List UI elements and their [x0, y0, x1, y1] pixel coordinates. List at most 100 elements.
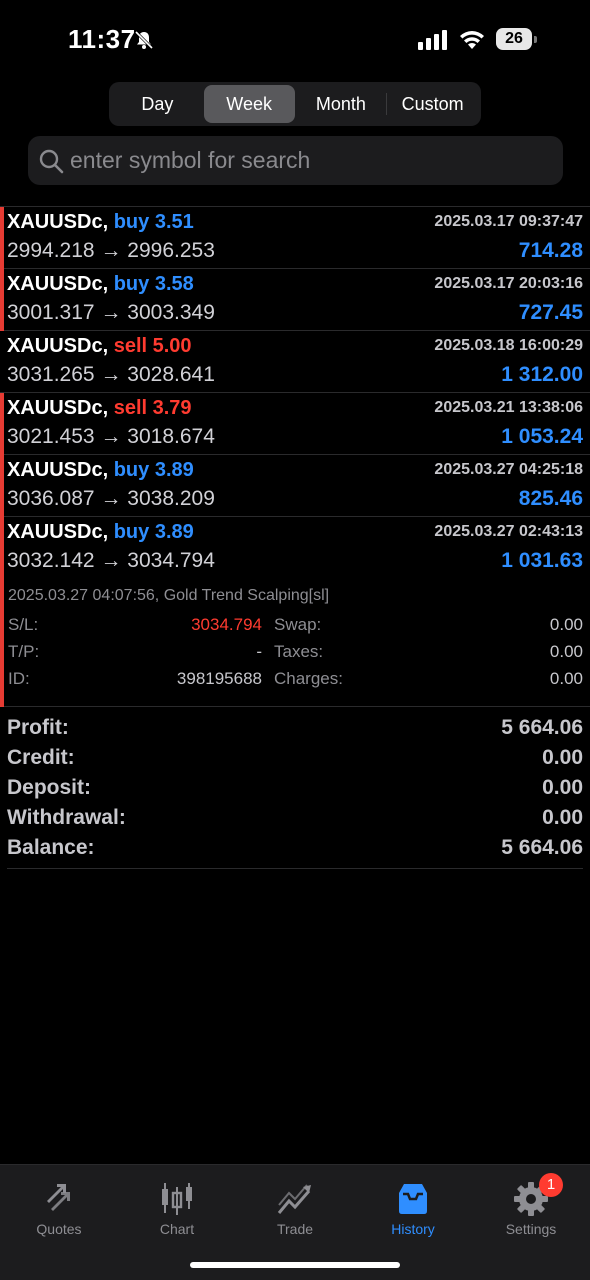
deal-symbol: XAUUSDc, — [7, 459, 109, 481]
summary-credit: Credit: 0.00 — [7, 744, 583, 774]
cellular-signal-icon — [418, 30, 447, 50]
segment-month[interactable]: Month — [296, 85, 387, 123]
deal-profit: 1 031.63 — [501, 549, 583, 572]
deal-symbol: XAUUSDc, — [7, 335, 109, 357]
deal-profit: 1 312.00 — [501, 363, 583, 386]
summary-value: 0.00 — [542, 776, 583, 799]
deal-profit: 714.28 — [518, 239, 583, 262]
sl-value: 3034.794 — [191, 615, 262, 634]
deal-side: buy — [113, 273, 150, 295]
arrow-icon: → — [100, 425, 122, 448]
swap-value: 0.00 — [549, 615, 583, 634]
segment-custom[interactable]: Custom — [387, 85, 478, 123]
status-time: 11:37 — [68, 24, 136, 54]
tab-quotes[interactable]: Quotes — [9, 1173, 109, 1243]
segment-week[interactable]: Week — [203, 85, 295, 123]
deal-row[interactable]: XAUUSDc, sell 3.79 2025.03.21 13:38:06 3… — [0, 393, 590, 455]
search-icon — [39, 149, 64, 174]
deal-time: 2025.03.18 16:00:29 — [434, 337, 583, 354]
summary-profit: Profit: 5 664.06 — [7, 714, 583, 744]
deal-symbol: XAUUSDc, — [7, 397, 109, 419]
deal-close-price: 3003.349 — [127, 301, 215, 324]
search-bar[interactable] — [28, 136, 563, 185]
deal-close-price: 3038.209 — [127, 487, 215, 510]
tab-settings[interactable]: 1 Settings — [481, 1173, 581, 1243]
tp-value: - — [256, 642, 262, 661]
deal-symbol: XAUUSDc, — [7, 211, 109, 233]
deal-volume: 3.58 — [154, 273, 194, 295]
deal-close-price: 3028.641 — [127, 363, 215, 386]
deal-symbol: XAUUSDc, — [7, 521, 109, 543]
deal-marker — [0, 455, 4, 517]
deal-marker — [0, 269, 4, 331]
swap-label: Swap: — [274, 615, 322, 634]
summary-label: Profit: — [7, 716, 69, 739]
deal-time: 2025.03.27 04:25:18 — [434, 461, 583, 478]
deal-profit: 727.45 — [518, 301, 583, 324]
deal-time: 2025.03.27 02:43:13 — [434, 523, 583, 540]
arrow-icon: → — [100, 363, 122, 386]
summary-label: Withdrawal: — [7, 806, 126, 829]
arrow-icon: → — [100, 301, 122, 324]
deal-side: sell — [113, 397, 148, 419]
segment-day[interactable]: Day — [112, 85, 203, 123]
tab-trade[interactable]: Trade — [245, 1173, 345, 1243]
tab-label: Settings — [505, 1221, 557, 1237]
summary-label: Deposit: — [7, 776, 91, 799]
search-input[interactable] — [70, 136, 550, 185]
tab-label: Quotes — [36, 1221, 82, 1237]
deal-symbol: XAUUSDc, — [7, 273, 109, 295]
deal-row-expanded[interactable]: XAUUSDc, buy 3.89 2025.03.27 02:43:13 30… — [0, 517, 590, 707]
detail-row-sl-swap: S/L: 3034.794 Swap: 0.00 — [8, 615, 583, 639]
charges-label: Charges: — [274, 669, 343, 688]
deal-side: buy — [113, 211, 150, 233]
tab-history[interactable]: History — [363, 1173, 463, 1243]
deal-close-price: 3018.674 — [127, 425, 215, 448]
summary-value: 0.00 — [542, 746, 583, 769]
id-value: 398195688 — [176, 669, 262, 688]
deal-side: sell — [113, 335, 148, 357]
notification-badge: 1 — [539, 1173, 563, 1197]
sl-label: S/L: — [8, 615, 39, 634]
summary-deposit: Deposit: 0.00 — [7, 774, 583, 804]
deal-comment: 2025.03.27 04:07:56, Gold Trend Scalping… — [8, 587, 330, 604]
period-segmented-control: Day Week Month Custom — [109, 82, 481, 126]
id-label: ID: — [8, 669, 30, 688]
trade-icon — [277, 1184, 311, 1214]
deal-volume: 3.79 — [152, 397, 192, 419]
deal-volume: 5.00 — [152, 335, 192, 357]
deal-volume: 3.89 — [154, 521, 194, 543]
deal-time: 2025.03.21 13:38:06 — [434, 399, 583, 416]
arrow-icon: → — [100, 487, 122, 510]
deal-profit: 825.46 — [518, 487, 583, 510]
deal-volume: 3.51 — [154, 211, 194, 233]
battery-indicator: 26 — [496, 28, 537, 50]
deal-row[interactable]: XAUUSDc, buy 3.58 2025.03.17 20:03:16 30… — [0, 269, 590, 331]
deal-row[interactable]: XAUUSDc, buy 3.89 2025.03.27 04:25:18 30… — [0, 455, 590, 517]
deal-marker — [0, 517, 4, 707]
home-indicator — [190, 1262, 400, 1268]
deal-open-price: 3001.317 — [7, 301, 95, 324]
charges-value: 0.00 — [549, 669, 583, 688]
tab-label: Chart — [159, 1221, 195, 1237]
wifi-icon — [460, 31, 484, 49]
tab-label: Trade — [276, 1221, 314, 1237]
summary-value: 0.00 — [542, 806, 583, 829]
deal-open-price: 3021.453 — [7, 425, 95, 448]
deal-volume: 3.89 — [154, 459, 194, 481]
taxes-label: Taxes: — [274, 642, 324, 661]
deal-side: buy — [113, 521, 150, 543]
summary-balance: Balance: 5 664.06 — [7, 834, 583, 864]
detail-row-tp-taxes: T/P: - Taxes: 0.00 — [8, 642, 583, 666]
deal-open-price: 2994.218 — [7, 239, 95, 262]
tab-label: History — [391, 1221, 435, 1237]
deal-side: buy — [113, 459, 150, 481]
deal-time: 2025.03.17 20:03:16 — [434, 275, 583, 292]
taxes-value: 0.00 — [549, 642, 583, 661]
arrow-icon: → — [100, 239, 122, 262]
deal-close-price: 3034.794 — [127, 549, 215, 572]
deal-profit: 1 053.24 — [501, 425, 583, 448]
deal-row[interactable]: XAUUSDc, buy 3.51 2025.03.17 09:37:47 29… — [0, 207, 590, 269]
deal-row[interactable]: XAUUSDc, sell 5.00 2025.03.18 16:00:29 3… — [0, 331, 590, 393]
tab-chart[interactable]: Chart — [127, 1173, 227, 1243]
